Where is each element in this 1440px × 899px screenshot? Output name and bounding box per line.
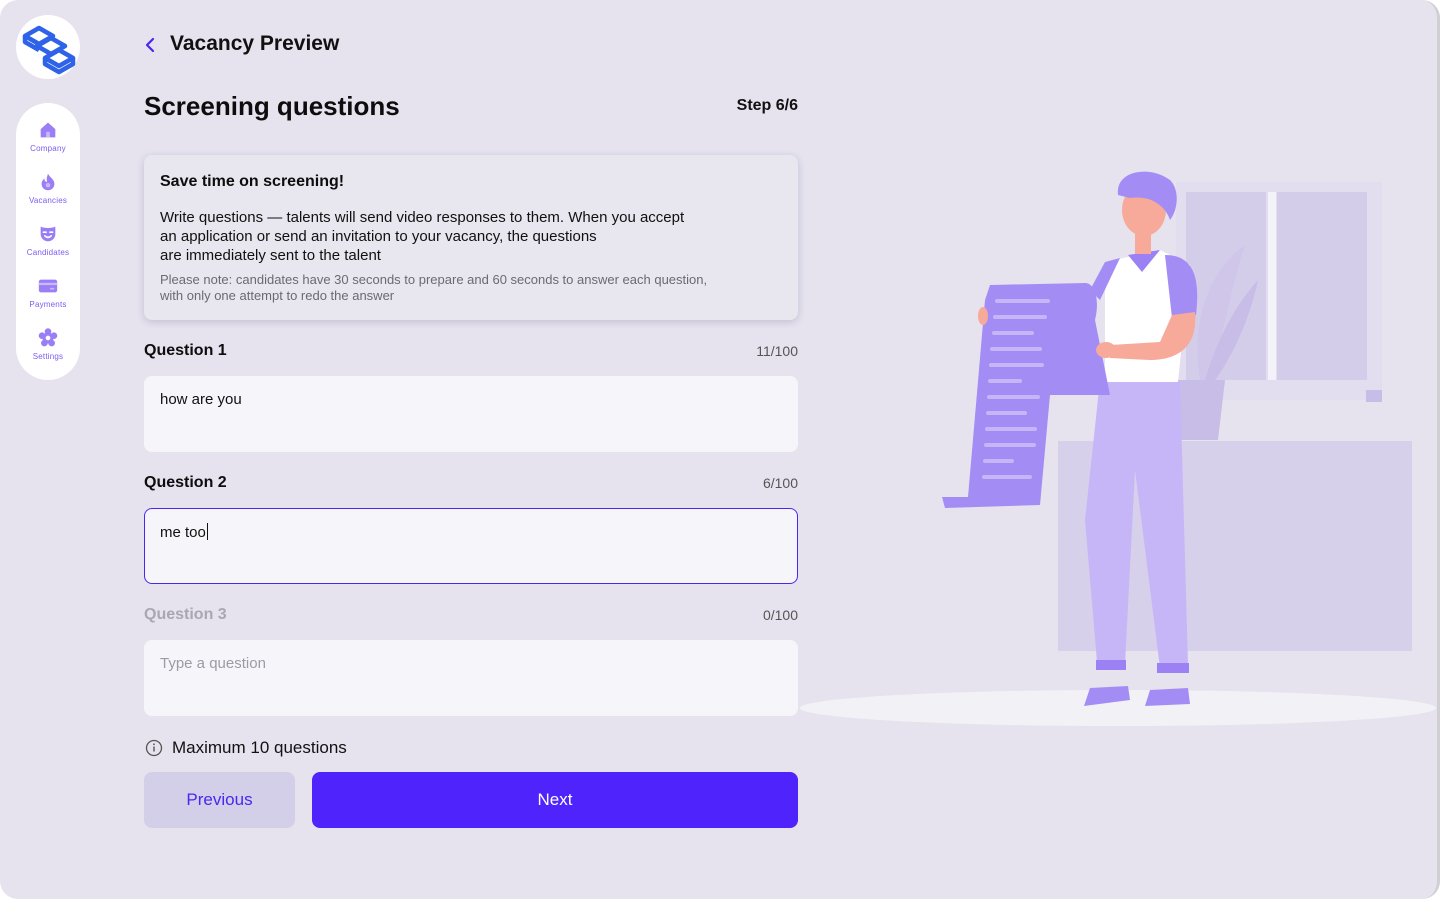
sidebar-item-label: Settings — [32, 352, 64, 361]
info-note: Please note: candidates have 30 seconds … — [160, 272, 782, 304]
gear-icon — [38, 328, 58, 347]
page-title: Screening questions — [144, 91, 400, 121]
question-2-label: Question 2 — [144, 474, 227, 491]
flame-icon — [41, 173, 55, 191]
previous-button[interactable]: Previous — [144, 772, 295, 828]
info-body: Write questions — talents will send vide… — [160, 208, 782, 265]
card-icon — [38, 279, 58, 293]
info-body-line: an application or send an invitation to … — [160, 228, 597, 245]
sidebar-nav: Company Vacancies Candidates Payments Se… — [16, 103, 80, 380]
app-window: Company Vacancies Candidates Payments Se… — [0, 0, 1440, 899]
question-3-label: Question 3 — [144, 606, 227, 623]
question-2-input[interactable]: me too — [144, 508, 798, 584]
question-1-counter: 11/100 — [756, 343, 798, 359]
sidebar-item-payments[interactable]: Payments — [16, 275, 80, 327]
app-logo[interactable] — [16, 15, 80, 79]
cube-stack-logo-icon — [22, 25, 76, 75]
question-1-value: how are you — [160, 391, 242, 408]
max-questions-note: Maximum 10 questions — [145, 738, 347, 758]
max-questions-text: Maximum 10 questions — [172, 738, 347, 757]
question-3-input[interactable]: Type a question — [144, 640, 798, 716]
question-3-counter: 0/100 — [762, 607, 798, 623]
info-card: Save time on screening! Write questions … — [144, 155, 798, 320]
sidebar-item-label: Company — [30, 144, 66, 153]
next-button[interactable]: Next — [312, 772, 798, 828]
sidebar-item-candidates[interactable]: Candidates — [16, 223, 80, 275]
person-with-list-illustration — [800, 171, 1436, 726]
home-icon — [40, 122, 56, 138]
question-1-input[interactable]: how are you — [144, 376, 798, 452]
info-body-line: are immediately sent to the talent — [160, 247, 381, 264]
question-2-value: me too — [160, 524, 206, 541]
info-note-line: Please note: candidates have 30 seconds … — [160, 272, 708, 287]
header-title: Vacancy Preview — [170, 32, 340, 55]
text-caret — [206, 523, 208, 540]
sidebar-item-settings[interactable]: Settings — [16, 327, 80, 379]
info-title: Save time on screening! — [160, 173, 345, 190]
sidebar-item-vacancies[interactable]: Vacancies — [16, 171, 80, 223]
info-body-line: Write questions — talents will send vide… — [160, 209, 685, 226]
step-indicator: Step 6/6 — [736, 97, 798, 114]
smiley-mask-icon — [40, 226, 56, 242]
back-button[interactable] — [140, 33, 162, 57]
sidebar-item-label: Candidates — [26, 248, 70, 257]
sidebar-item-label: Payments — [29, 300, 67, 309]
info-icon — [145, 739, 163, 757]
question-3-placeholder: Type a question — [160, 655, 266, 672]
info-note-line: with only one attempt to redo the answer — [160, 288, 395, 303]
chevron-left-icon — [145, 37, 155, 53]
sidebar-item-company[interactable]: Company — [16, 119, 80, 171]
sidebar-item-label: Vacancies — [28, 196, 68, 205]
question-1-label: Question 1 — [144, 342, 227, 359]
question-2-counter: 6/100 — [762, 475, 798, 491]
